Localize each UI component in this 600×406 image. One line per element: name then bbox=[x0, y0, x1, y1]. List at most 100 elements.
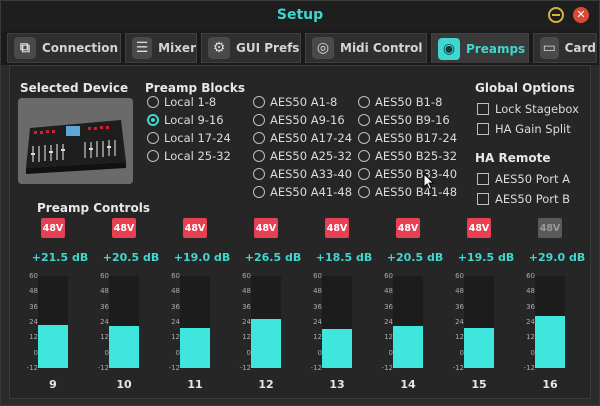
meter-scale-tick: -12 bbox=[452, 364, 464, 372]
radio-aes50-b9-16[interactable]: AES50 B9-16 bbox=[358, 111, 450, 129]
radio-local-25-32[interactable]: Local 25-32 bbox=[147, 147, 231, 165]
checkbox-label: HA Gain Split bbox=[495, 122, 571, 136]
minimize-button[interactable] bbox=[548, 7, 564, 23]
radio-aes50-b17-24[interactable]: AES50 B17-24 bbox=[358, 129, 457, 147]
radio-label: AES50 B41-48 bbox=[375, 185, 458, 199]
gain-readout: +20.5 dB bbox=[102, 251, 160, 264]
meter-scale-tick: 60 bbox=[242, 272, 251, 280]
radio-label: AES50 A17-24 bbox=[270, 131, 353, 145]
meter-scale-tick: 36 bbox=[313, 302, 322, 311]
meter-scale-tick: 36 bbox=[526, 302, 535, 311]
radio-local-9-16[interactable]: Local 9-16 bbox=[147, 111, 224, 129]
radio-label: AES50 A25-32 bbox=[270, 149, 353, 163]
ha-remote-heading: HA Remote bbox=[475, 151, 551, 165]
close-button[interactable]: ✕ bbox=[573, 7, 589, 23]
gain-level-bar bbox=[251, 319, 281, 368]
meter-scale-tick: 24 bbox=[384, 318, 393, 326]
gain-readout: +29.0 dB bbox=[528, 251, 586, 264]
gain-fader[interactable] bbox=[535, 276, 565, 368]
phantom-power-button[interactable]: 48V bbox=[112, 218, 136, 238]
meter-scale-tick: 48 bbox=[455, 287, 464, 296]
radio-label: AES50 A33-40 bbox=[270, 167, 353, 181]
radio-local-17-24[interactable]: Local 17-24 bbox=[147, 129, 231, 147]
meter-scale-tick: 24 bbox=[29, 318, 38, 326]
meter-scale-tick: 60 bbox=[29, 272, 38, 280]
tab-label: Mixer bbox=[158, 41, 196, 55]
radio-button bbox=[147, 132, 159, 144]
meter-scale-tick: 60 bbox=[526, 272, 535, 280]
radio-label: AES50 A1-8 bbox=[270, 95, 338, 109]
gain-fader[interactable] bbox=[393, 276, 423, 368]
lock-stagebox-checkbox[interactable]: Lock Stagebox bbox=[477, 100, 579, 118]
device-image bbox=[18, 98, 133, 184]
phantom-power-button[interactable]: 48V bbox=[325, 218, 349, 238]
gain-readout: +26.5 dB bbox=[244, 251, 302, 264]
tab-mixer[interactable]: ☰ Mixer bbox=[125, 33, 197, 63]
radio-label: Local 17-24 bbox=[164, 131, 231, 145]
radio-local-1-8[interactable]: Local 1-8 bbox=[147, 93, 216, 111]
phantom-power-button[interactable]: 48V bbox=[41, 218, 65, 238]
meter-scale-tick: 12 bbox=[313, 333, 322, 342]
channel-number: 9 bbox=[49, 378, 57, 391]
setup-window: Setup ✕ ⧉ Connection ☰ Mixer ⚙ GUI Prefs… bbox=[0, 0, 600, 406]
gain-fader[interactable] bbox=[464, 276, 494, 368]
checkbox-label: AES50 Port B bbox=[495, 192, 571, 206]
meter-scale-tick: -12 bbox=[97, 364, 109, 372]
radio-button bbox=[358, 114, 370, 126]
radio-aes50-b1-8[interactable]: AES50 B1-8 bbox=[358, 93, 442, 111]
meter-scale-tick: 24 bbox=[313, 318, 322, 326]
tab-midi-control[interactable]: ◎ Midi Control bbox=[305, 33, 427, 63]
tab-label: Connection bbox=[42, 41, 119, 55]
radio-button bbox=[253, 186, 265, 198]
radio-aes50-b33-40[interactable]: AES50 B33-40 bbox=[358, 165, 457, 183]
checkbox-box bbox=[477, 103, 489, 115]
gain-fader[interactable] bbox=[38, 276, 68, 368]
gain-fader[interactable] bbox=[251, 276, 281, 368]
gain-level-bar bbox=[535, 316, 565, 368]
phantom-power-button[interactable]: 48V bbox=[183, 218, 207, 238]
tab-label: Preamps bbox=[466, 41, 526, 56]
radio-aes50-a17-24[interactable]: AES50 A17-24 bbox=[253, 129, 352, 147]
radio-label: Local 1-8 bbox=[164, 95, 217, 109]
radio-aes50-b41-48[interactable]: AES50 B41-48 bbox=[358, 183, 457, 201]
tab-gui-prefs[interactable]: ⚙ GUI Prefs bbox=[201, 33, 301, 63]
radio-aes50-a9-16[interactable]: AES50 A9-16 bbox=[253, 111, 345, 129]
checkbox-label: Lock Stagebox bbox=[495, 102, 579, 116]
meter-scale-tick: 60 bbox=[384, 272, 393, 280]
meter-scale-tick: 12 bbox=[526, 333, 535, 342]
radio-aes50-a1-8[interactable]: AES50 A1-8 bbox=[253, 93, 337, 111]
radio-aes50-a25-32[interactable]: AES50 A25-32 bbox=[253, 147, 352, 165]
checkbox-label: AES50 Port A bbox=[495, 172, 571, 186]
radio-aes50-a33-40[interactable]: AES50 A33-40 bbox=[253, 165, 352, 183]
channel-number: 16 bbox=[542, 378, 558, 391]
radio-button bbox=[358, 96, 370, 108]
meter-scale-tick: -12 bbox=[523, 364, 535, 372]
meter-scale-tick: 48 bbox=[100, 287, 109, 296]
radio-button bbox=[358, 186, 370, 198]
gain-fader[interactable] bbox=[109, 276, 139, 368]
meter-scale-tick: 24 bbox=[242, 318, 251, 326]
meter-scale-tick: 12 bbox=[242, 333, 251, 342]
radio-aes50-b25-32[interactable]: AES50 B25-32 bbox=[358, 147, 457, 165]
meter-scale-tick: 48 bbox=[171, 287, 180, 296]
radio-aes50-a41-48[interactable]: AES50 A41-48 bbox=[253, 183, 352, 201]
tab-preamps[interactable]: ◉ Preamps bbox=[431, 33, 529, 63]
phantom-power-button[interactable]: 48V bbox=[467, 218, 491, 238]
meter-scale-tick: 12 bbox=[384, 333, 393, 342]
gain-fader[interactable] bbox=[180, 276, 210, 368]
aes50-port-b-checkbox[interactable]: AES50 Port B bbox=[477, 190, 570, 208]
aes50-port-a-checkbox[interactable]: AES50 Port A bbox=[477, 170, 570, 188]
gain-fader[interactable] bbox=[322, 276, 352, 368]
phantom-power-button[interactable]: 48V bbox=[538, 218, 562, 238]
radio-button bbox=[253, 96, 265, 108]
tab-connection[interactable]: ⧉ Connection bbox=[7, 33, 121, 63]
gain-level-bar bbox=[393, 326, 423, 368]
radio-button bbox=[358, 168, 370, 180]
radio-label: Local 25-32 bbox=[164, 149, 231, 163]
tab-card[interactable]: ▭ Card bbox=[533, 33, 597, 63]
phantom-power-button[interactable]: 48V bbox=[254, 218, 278, 238]
radio-label: AES50 B17-24 bbox=[375, 131, 458, 145]
phantom-power-button[interactable]: 48V bbox=[396, 218, 420, 238]
ha-gain-split-checkbox[interactable]: HA Gain Split bbox=[477, 120, 571, 138]
meter-scale-tick: 36 bbox=[242, 302, 251, 311]
